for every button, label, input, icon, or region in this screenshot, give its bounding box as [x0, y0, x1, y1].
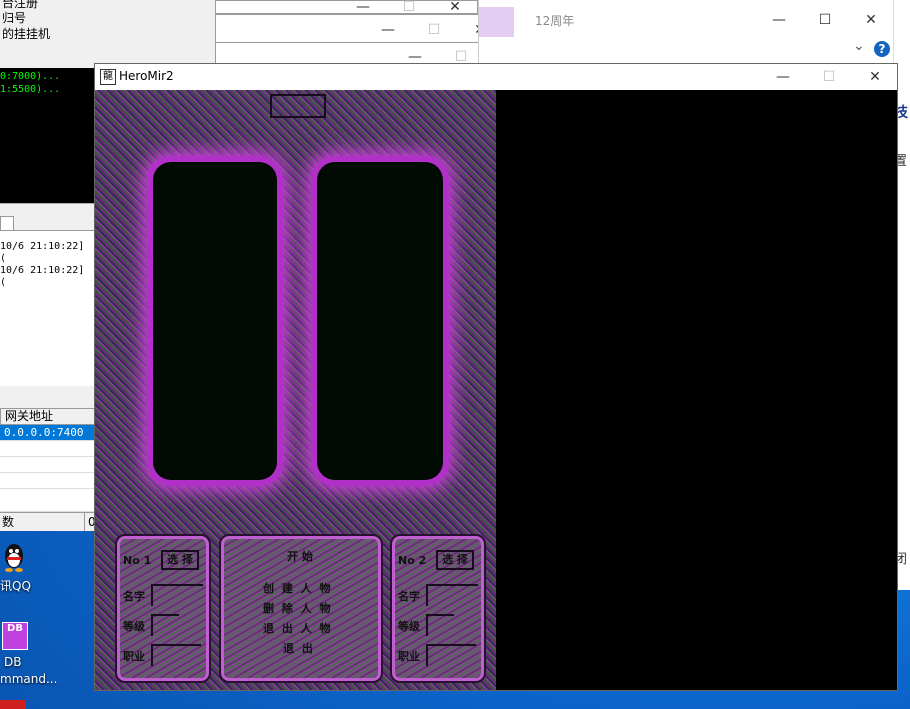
db-command-icon: DB: [2, 622, 28, 650]
title-bar[interactable]: 龍 HeroMir2 — ☐ ✕: [95, 64, 897, 90]
tab-strip: [0, 203, 95, 232]
exit-button[interactable]: 退 出: [283, 640, 315, 656]
console-line: 0:7000)...: [0, 71, 61, 82]
help-icon[interactable]: ?: [874, 41, 890, 57]
character-slot-2[interactable]: [317, 162, 443, 480]
character-slot-1[interactable]: [153, 162, 277, 480]
table-row[interactable]: [0, 457, 95, 473]
slot-1-info-panel: No 1 选 择 名字 等级 职业: [115, 534, 211, 683]
desktop-icon-db[interactable]: DB DB mmand...: [0, 620, 60, 690]
menu-panel: 开 始 创 建 人 物 删 除 人 物 退 出 人 物 退 出: [219, 534, 383, 683]
app-icon: 龍: [100, 69, 116, 85]
log-line: 10/6 21:10:22] (: [0, 265, 85, 288]
field-label-job: 职业: [123, 650, 145, 663]
table-row[interactable]: [0, 473, 95, 489]
maximize-button[interactable]: ☐: [411, 16, 457, 44]
header-line-2: 归号: [2, 11, 27, 25]
browser-tab[interactable]: [479, 7, 514, 37]
field-label-job: 职业: [398, 650, 420, 663]
gateway-address: 0.0.0.0:7400: [4, 426, 84, 439]
field-label-level: 等级: [123, 620, 145, 633]
maximize-button[interactable]: ☐: [806, 63, 852, 91]
gateway-header-label: 网关地址: [5, 409, 54, 423]
qq-penguin-icon: [5, 544, 23, 572]
slot-number: No 1: [123, 554, 152, 567]
desktop-icon-label: mmand...: [0, 672, 58, 686]
select-button[interactable]: 选 择: [161, 550, 199, 570]
black-viewport-area: [496, 90, 897, 690]
field-label-level: 等级: [398, 620, 420, 633]
log-list: 10/6 21:10:22] ( 10/6 21:10:22] (: [0, 230, 95, 386]
close-button[interactable]: ✕: [852, 63, 898, 91]
table-row[interactable]: [0, 441, 95, 457]
name-value: [426, 584, 478, 606]
console-header: 台注册 归号 的挂挂机: [0, 0, 214, 68]
header-line-3: 的挂挂机: [2, 27, 51, 41]
desktop-icon-qq[interactable]: 讯QQ: [0, 540, 40, 600]
background-window-1[interactable]: — ☐ ✕: [215, 0, 478, 15]
job-value: [426, 644, 476, 666]
name-value: [151, 584, 203, 606]
job-value: [151, 644, 201, 666]
minimize-button[interactable]: —: [365, 16, 411, 44]
slot-number: No 2: [398, 554, 427, 567]
minimize-button[interactable]: —: [760, 63, 806, 91]
background-window-2[interactable]: — ☐ ✕: [215, 14, 503, 44]
console-line: 1:5500)...: [0, 84, 61, 95]
log-line: 10/6 21:10:22] (: [0, 241, 85, 264]
table-row[interactable]: 0.0.0.0:7400: [0, 425, 95, 441]
game-window[interactable]: 龍 HeroMir2 — ☐ ✕ No 1 选 择 名字 等级 职业 开 始 创…: [94, 63, 898, 691]
chevron-down-icon[interactable]: ⌄: [853, 38, 865, 54]
table-row[interactable]: [0, 489, 95, 512]
maximize-button[interactable]: ☐: [802, 6, 848, 34]
console-output: 0:7000)... 1:5500)...: [0, 68, 95, 205]
minimize-button[interactable]: —: [756, 6, 802, 34]
slot-2-info-panel: No 2 选 择 名字 等级 职业: [390, 534, 486, 683]
window-title: 12周年: [535, 14, 575, 28]
log-line-clipped: [0, 231, 95, 241]
delete-character-button[interactable]: 删 除 人 物: [263, 600, 333, 616]
start-button[interactable]: 开 始: [287, 548, 313, 564]
gateway-column-header[interactable]: 网关地址: [0, 408, 95, 425]
field-label-name: 名字: [123, 590, 145, 603]
desktop-icon-partial[interactable]: [0, 700, 26, 709]
status-left: 数: [2, 515, 15, 529]
restore-character-button[interactable]: 退 出 人 物: [263, 620, 333, 636]
field-label-name: 名字: [398, 590, 420, 603]
window-title: HeroMir2: [119, 69, 174, 83]
desktop-icon-label: DB: [4, 655, 22, 669]
character-select-scene[interactable]: No 1 选 择 名字 等级 职业 开 始 创 建 人 物 删 除 人 物 退 …: [95, 90, 496, 690]
level-value: [151, 614, 179, 636]
browser-window[interactable]: 12周年 — ☐ ✕ ⌄ ?: [478, 0, 894, 70]
close-button[interactable]: ✕: [848, 6, 894, 34]
create-character-button[interactable]: 创 建 人 物: [263, 580, 333, 596]
status-bar: 数 0: [0, 512, 96, 531]
level-value: [426, 614, 454, 636]
select-button[interactable]: 选 择: [436, 550, 474, 570]
desktop-icon-label: 讯QQ: [0, 579, 31, 593]
top-ornament: [270, 94, 326, 118]
